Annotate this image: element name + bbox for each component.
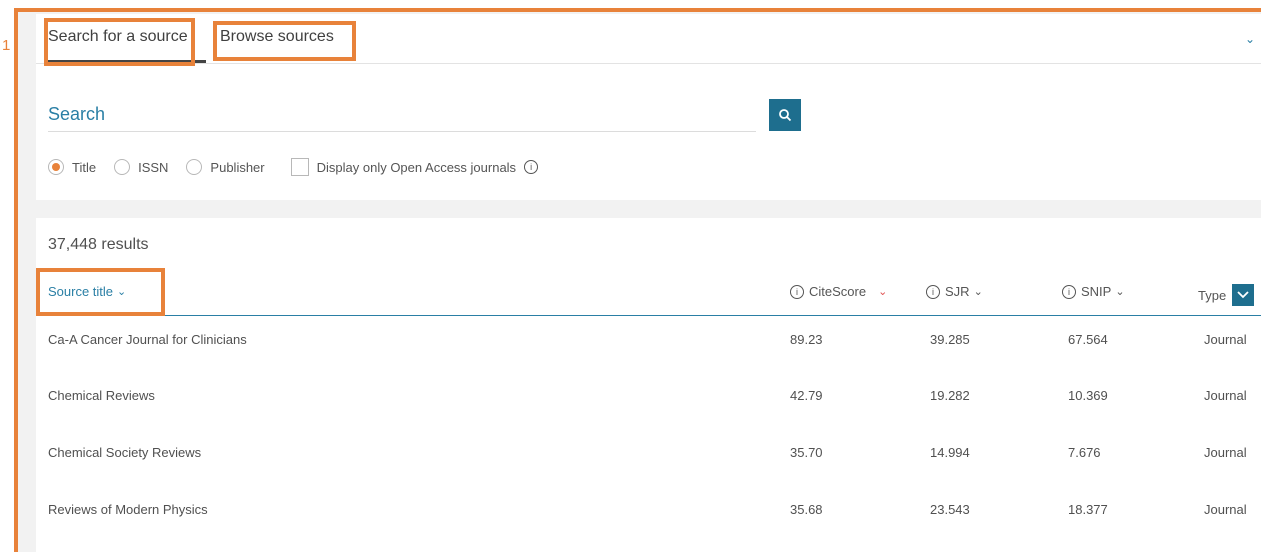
search-options: Title ISSN Publisher Display only Open A… [48,156,556,178]
type-cell: Journal [1204,502,1247,517]
open-access-label: Display only Open Access journals [316,159,517,175]
annotation-number-1: 1 [2,37,11,54]
citescore-cell: 89.23 [790,332,823,347]
source-title-cell[interactable]: Ca-A Cancer Journal for Clinicians [48,332,247,347]
info-icon[interactable]: i [926,284,940,299]
table-row[interactable]: Chemical Reviews 42.79 19.282 10.369 Jou… [36,388,1261,444]
type-cell: Journal [1204,445,1247,460]
info-icon[interactable]: i [524,160,539,174]
citescore-cell: 35.70 [790,445,823,460]
search-button[interactable] [769,99,801,131]
type-cell: Journal [1204,388,1247,403]
type-cell: Journal [1204,332,1247,347]
type-filter-button[interactable] [1232,284,1255,306]
results-count: 37,448 results [48,236,149,253]
title-radio-label: Title [72,159,97,175]
table-row[interactable]: Chemical Society Reviews 35.70 14.994 7.… [36,445,1261,501]
sjr-cell: 19.282 [930,388,970,403]
type-column-header: Type [1198,284,1255,306]
citescore-cell: 42.79 [790,388,823,403]
issn-radio-label: ISSN [138,159,169,175]
option-publisher[interactable]: Publisher [186,159,265,175]
table-row[interactable]: Reviews of Modern Physics 35.68 23.543 1… [36,502,1261,552]
open-access-checkbox[interactable] [290,158,309,176]
search-icon [779,109,792,122]
type-header: Type [1198,287,1227,303]
sjr-cell: 14.994 [930,445,970,460]
tab-bar-edge-mark: ⌄ [1244,32,1255,46]
option-title[interactable]: Title [48,159,96,175]
sort-citescore[interactable]: i CiteScore ⌄ [790,284,887,299]
snip-cell: 7.676 [1068,445,1101,460]
option-open-access[interactable]: Display only Open Access journals i [283,158,539,176]
chevron-down-icon: ⌄ [1115,286,1125,298]
highlight-box-1 [44,18,195,66]
results-table-header: Source title ⌄ i CiteScore ⌄ i SJR ⌄ i S… [36,276,1261,316]
sjr-cell: 23.543 [930,502,970,517]
sjr-header: SJR [945,284,970,299]
source-title-cell[interactable]: Chemical Reviews [48,388,155,403]
citescore-cell: 35.68 [790,502,823,517]
search-input[interactable] [48,98,756,130]
publisher-radio[interactable] [186,159,203,175]
search-field-wrapper [48,98,756,132]
results-panel: 37,448 results Source title ⌄ i CiteScor… [36,218,1261,552]
chevron-down-icon [1237,291,1249,299]
sort-sjr[interactable]: i SJR ⌄ [926,284,983,299]
info-icon[interactable]: i [790,284,804,299]
snip-cell: 67.564 [1068,332,1108,347]
snip-cell: 18.377 [1068,502,1108,517]
chevron-down-icon: ⌄ [878,286,888,298]
title-radio[interactable] [48,159,64,175]
highlight-box-3 [36,268,165,316]
snip-cell: 10.369 [1068,388,1108,403]
chevron-down-icon: ⌄ [973,286,983,298]
info-icon[interactable]: i [1062,284,1076,299]
highlight-box-2 [213,21,356,61]
sjr-cell: 39.285 [930,332,970,347]
source-title-cell[interactable]: Chemical Society Reviews [48,445,201,460]
issn-radio[interactable] [114,159,131,175]
source-title-cell[interactable]: Reviews of Modern Physics [48,502,208,517]
snip-header: SNIP [1081,284,1112,299]
table-row[interactable]: Ca-A Cancer Journal for Clinicians 89.23… [36,332,1261,388]
citescore-header: CiteScore [809,284,867,299]
option-issn[interactable]: ISSN [114,159,168,175]
publisher-radio-label: Publisher [210,159,265,175]
sort-snip[interactable]: i SNIP ⌄ [1062,284,1125,299]
